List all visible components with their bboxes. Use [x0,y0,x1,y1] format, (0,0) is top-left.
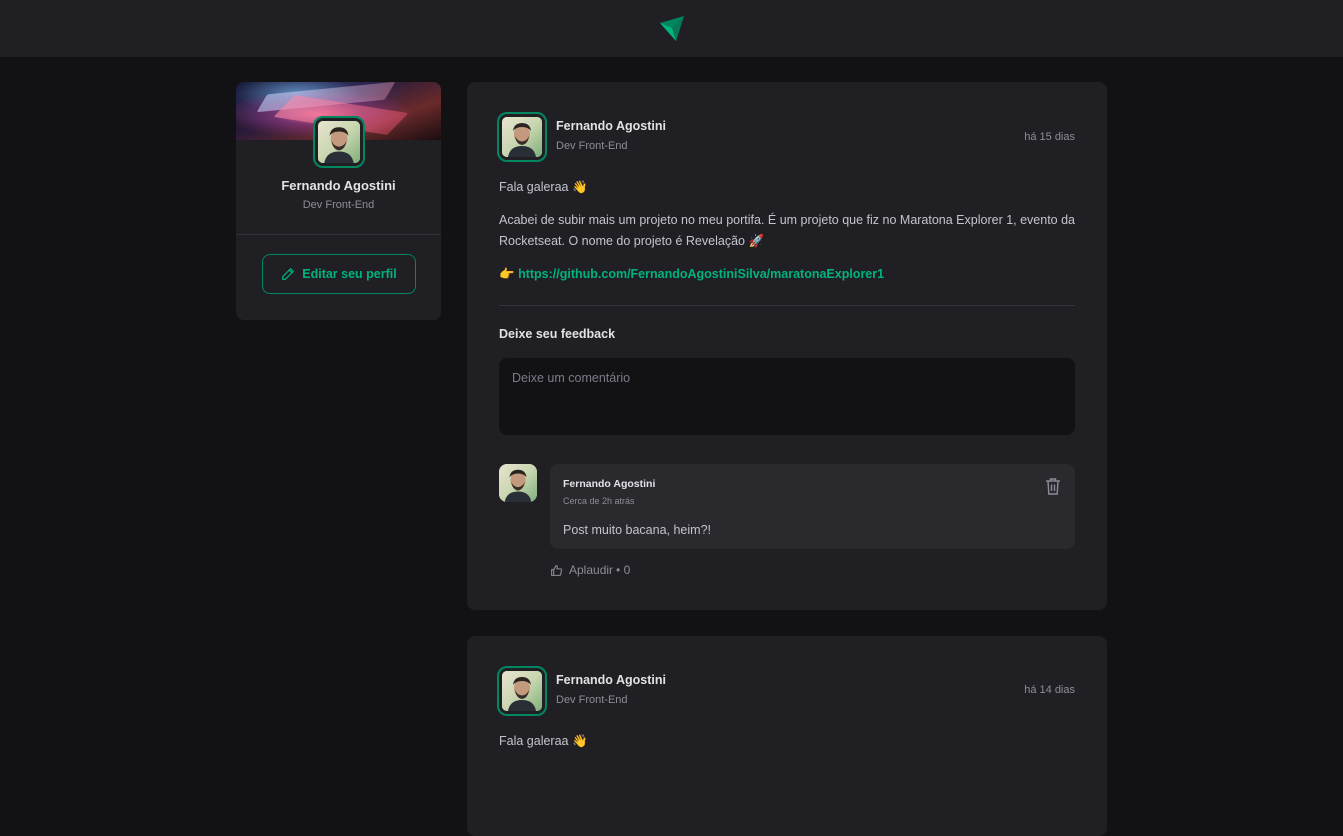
post-github-link[interactable]: https://github.com/FernandoAgostiniSilva… [518,267,884,281]
post-paragraph: Acabei de subir mais um projeto no meu p… [499,213,1076,248]
comment-timestamp: Cerca de 2h atrás [563,496,635,506]
post-paragraph: Fala galeraa 👋 [499,734,588,748]
feedback-title: Deixe seu feedback [499,327,616,341]
comment-textarea[interactable] [499,358,1075,435]
post-author-name: Fernando Agostini [556,119,666,133]
trash-icon[interactable] [1044,476,1062,496]
profile-name: Fernando Agostini [281,178,396,193]
post-divider [499,305,1075,306]
applaud-count: • 0 [616,563,631,577]
applaud-label: Aplaudir [569,563,614,577]
comment-box: Fernando Agostini Cerca de 2h atrás Post… [550,464,1075,549]
profile-role: Dev Front-End [302,199,375,211]
sidebar-divider [236,234,441,235]
profile-avatar[interactable] [313,116,365,168]
post-author-avatar[interactable] [497,666,547,716]
post-timestamp: há 15 dias [1024,131,1075,143]
thumbs-up-icon [551,564,563,576]
edit-profile-button[interactable]: Editar seu perfil [262,254,416,294]
profile-sidebar: Fernando Agostini Dev Front-End Editar s… [236,82,441,320]
post-timestamp: há 14 dias [1024,684,1075,696]
post-author-role: Dev Front-End [556,140,628,152]
pencil-icon [282,267,295,280]
post-author-name: Fernando Agostini [556,673,666,687]
ignite-feed-logo-icon[interactable] [658,15,686,43]
post-author-avatar[interactable] [497,112,547,162]
post-link-line: 👉 https://github.com/FernandoAgostiniSil… [499,264,1079,285]
edit-profile-label: Editar seu perfil [302,267,397,281]
applaud-button[interactable]: Aplaudir • 0 [550,563,630,577]
comment-author-avatar[interactable] [499,464,537,502]
top-header [0,0,1343,57]
post-paragraph: Fala galeraa 👋 [499,180,588,194]
pointing-hand-icon: 👉 [499,267,515,281]
comment-text: Post muito bacana, heim?! [563,523,711,537]
post-author-role: Dev Front-End [556,694,628,706]
post-card: Fernando Agostini Dev Front-End há 14 di… [467,636,1107,836]
post-card: Fernando Agostini Dev Front-End há 15 di… [467,82,1107,610]
comment-author-name: Fernando Agostini [563,478,656,490]
